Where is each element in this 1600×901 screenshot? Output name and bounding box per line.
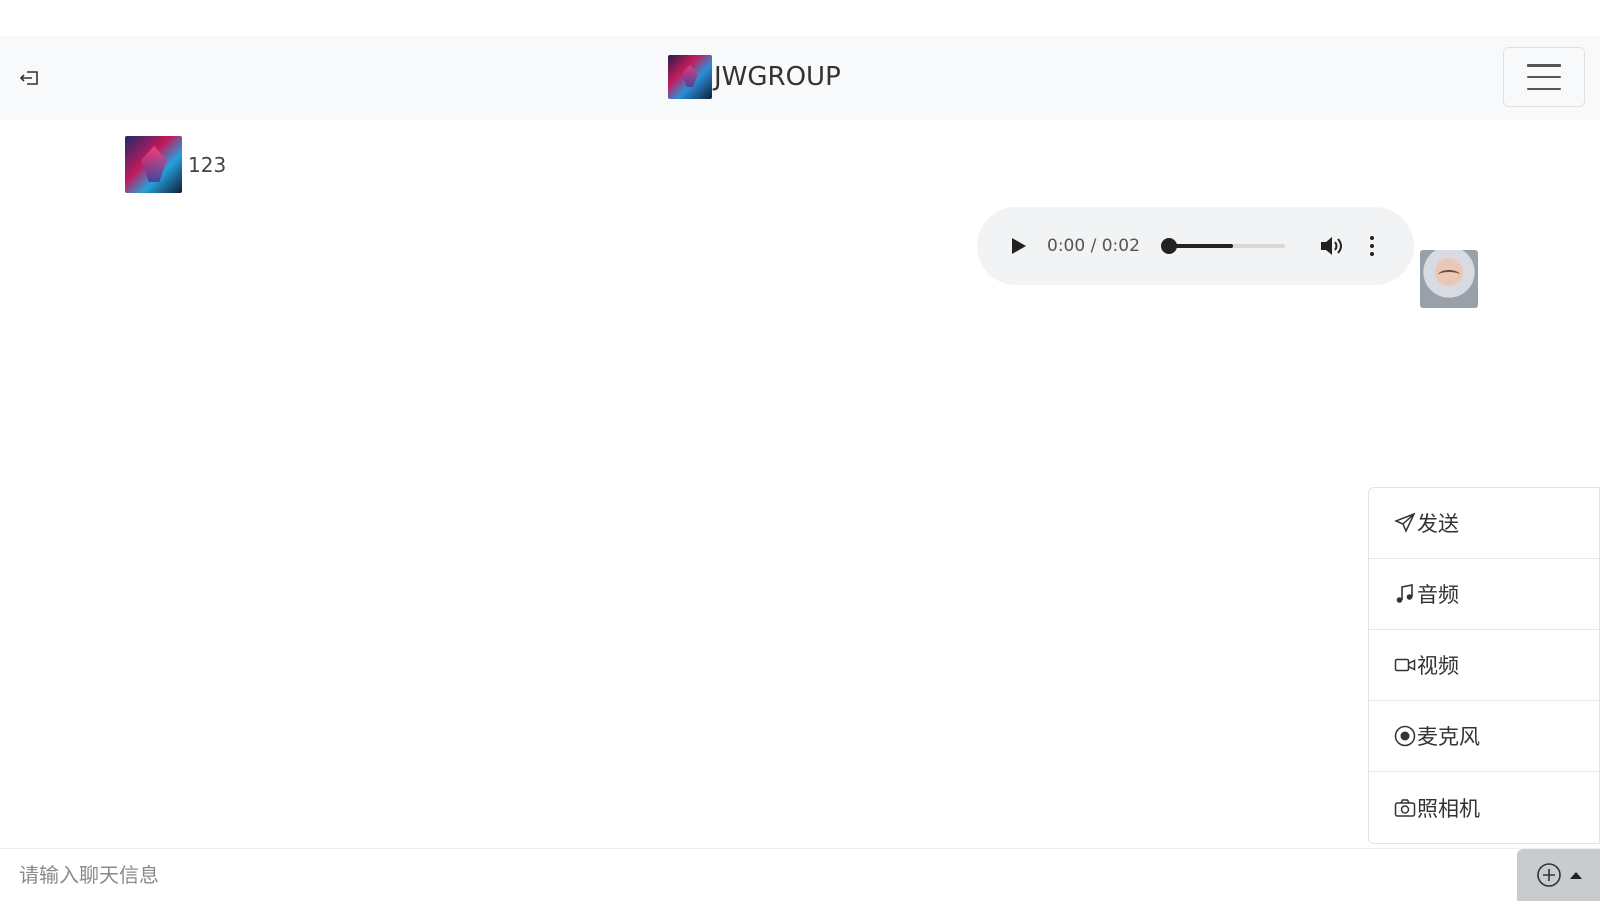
message-received: 123 (125, 136, 226, 193)
more-options-button[interactable] (1365, 233, 1379, 259)
menu-item-label: 麦克风 (1417, 725, 1480, 749)
camera-icon (1393, 796, 1417, 820)
navbar-toggler-button[interactable] (1503, 47, 1585, 107)
avatar (125, 136, 182, 193)
audio-seek-slider[interactable] (1161, 238, 1285, 254)
video-icon (1393, 653, 1417, 677)
audio-seek-thumb[interactable] (1161, 238, 1177, 254)
music-note-icon (1393, 582, 1417, 606)
audio-player: 0:00 / 0:02 (977, 207, 1414, 285)
menu-item-label: 视频 (1417, 654, 1459, 678)
menu-item-send[interactable]: 发送 (1369, 488, 1599, 559)
actions-menu: 发送 音频 视频 麦克风 照相机 (1368, 487, 1600, 844)
dot-icon (1370, 236, 1374, 240)
caret-up-icon (1569, 871, 1582, 879)
menu-item-label: 照相机 (1417, 796, 1480, 821)
chat-input[interactable] (5, 849, 1515, 901)
box-arrow-left-icon (19, 71, 38, 85)
plus-circle-icon (1536, 863, 1561, 887)
play-button[interactable] (1007, 236, 1027, 256)
dot-icon (1370, 244, 1374, 248)
audio-volume-fill (1169, 244, 1233, 248)
attach-dropdown-button[interactable] (1517, 849, 1600, 901)
message-text: 123 (188, 152, 227, 177)
brand-name: JWGROUP (714, 62, 841, 92)
menu-item-microphone[interactable]: 麦克风 (1369, 701, 1599, 772)
send-icon (1393, 511, 1417, 535)
menu-item-audio[interactable]: 音频 (1369, 559, 1599, 630)
back-button[interactable] (16, 64, 44, 92)
menu-item-label: 发送 (1417, 512, 1459, 536)
brand[interactable]: JWGROUP (668, 54, 841, 100)
menu-item-video[interactable]: 视频 (1369, 630, 1599, 701)
volume-button[interactable] (1319, 233, 1345, 259)
menu-item-label: 音频 (1417, 583, 1459, 607)
menu-item-camera[interactable]: 照相机 (1369, 772, 1599, 843)
volume-icon (1321, 237, 1342, 255)
hamburger-icon (1527, 64, 1561, 90)
audio-time: 0:00 / 0:02 (1047, 236, 1140, 256)
chat-input-bar (0, 848, 1600, 901)
record-circle-icon (1393, 724, 1417, 748)
avatar (1420, 250, 1478, 308)
brand-logo (668, 55, 712, 99)
navbar: JWGROUP (0, 36, 1600, 120)
dot-icon (1370, 252, 1374, 256)
